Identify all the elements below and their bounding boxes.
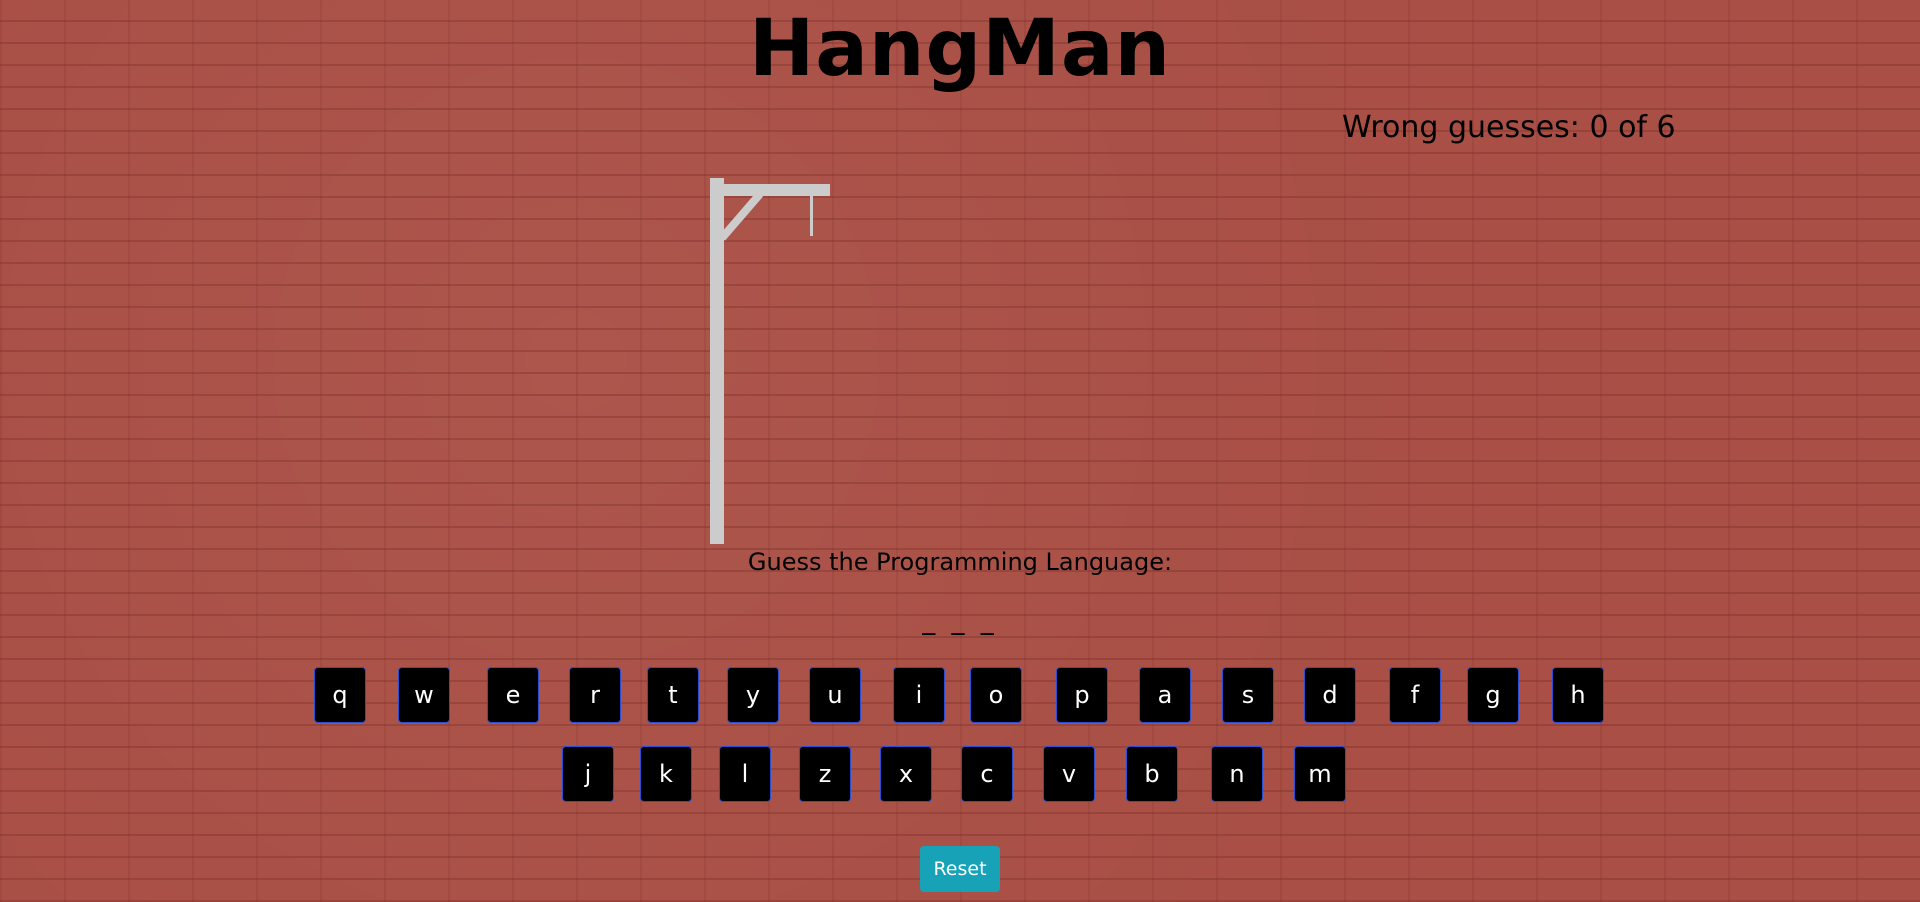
letter-key-o[interactable]: o [970,667,1022,723]
letter-key-g[interactable]: g [1467,667,1519,723]
letter-key-y[interactable]: y [727,667,779,723]
letter-key-e[interactable]: e [487,667,539,723]
letter-key-q[interactable]: q [314,667,366,723]
letter-key-p[interactable]: p [1056,667,1108,723]
letter-key-z[interactable]: z [799,746,851,802]
letter-key-w[interactable]: w [398,667,450,723]
letter-key-t[interactable]: t [647,667,699,723]
game-title: HangMan [748,4,1172,94]
letter-key-d[interactable]: d [1304,667,1356,723]
letter-key-v[interactable]: v [1043,746,1095,802]
reset-button[interactable]: Reset [920,846,1000,892]
letter-key-f[interactable]: f [1389,667,1441,723]
letter-key-b[interactable]: b [1126,746,1178,802]
letter-key-a[interactable]: a [1139,667,1191,723]
letter-key-s[interactable]: s [1222,667,1274,723]
letter-key-c[interactable]: c [961,746,1013,802]
letter-key-n[interactable]: n [1211,746,1263,802]
letter-key-m[interactable]: m [1294,746,1346,802]
letter-key-r[interactable]: r [569,667,621,723]
letter-key-j[interactable]: j [562,746,614,802]
word-blanks: _ _ _ [922,606,998,636]
letter-key-h[interactable]: h [1552,667,1604,723]
letter-key-l[interactable]: l [719,746,771,802]
gallows-rope [810,194,813,236]
gallows-brace [718,191,764,241]
letter-key-k[interactable]: k [640,746,692,802]
letter-key-u[interactable]: u [809,667,861,723]
gallows-drawing [710,178,830,544]
puzzle-prompt: Guess the Programming Language: [747,548,1173,576]
wrong-guesses-counter: Wrong guesses: 0 of 6 [1342,110,1676,145]
letter-key-i[interactable]: i [893,667,945,723]
letter-key-x[interactable]: x [880,746,932,802]
